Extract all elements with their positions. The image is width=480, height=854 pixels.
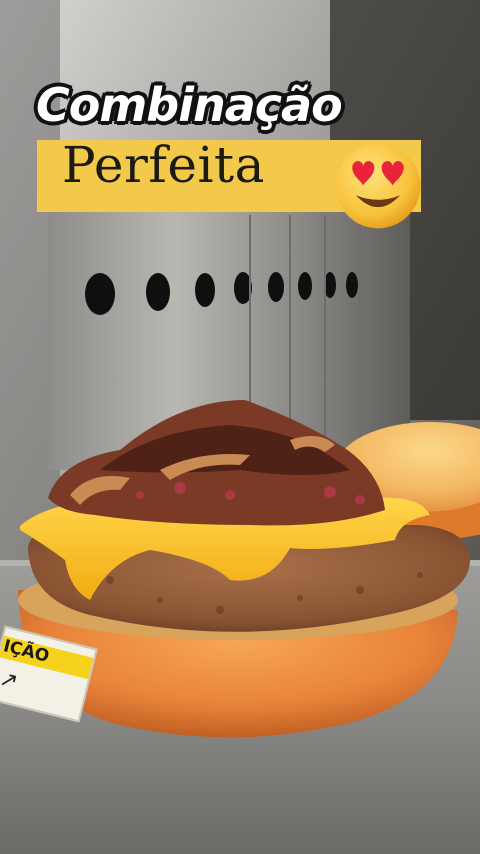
heart-eyes-emoji-icon: [335, 143, 421, 229]
arrow-icon: ↗: [0, 666, 21, 695]
headline-title: Combinação: [36, 78, 343, 132]
headline-subtitle: Perfeita: [62, 136, 265, 194]
